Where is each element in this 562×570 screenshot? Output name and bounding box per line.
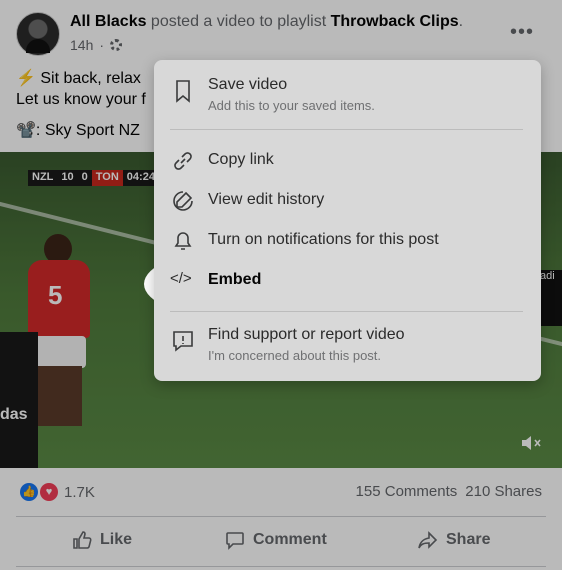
copy-link-label: Copy link — [208, 151, 274, 168]
menu-item-embed[interactable]: </> Embed — [154, 268, 541, 294]
report-sub: I'm concerned about this post. — [208, 348, 382, 363]
menu-item-save-video[interactable]: Save video Add this to your saved items. — [154, 74, 541, 118]
menu-item-copy-link[interactable]: Copy link — [154, 148, 541, 174]
link-icon — [174, 152, 192, 170]
bell-icon — [174, 232, 192, 250]
embed-label: Embed — [208, 271, 262, 288]
menu-item-notifications[interactable]: Turn on notifications for this post — [154, 228, 541, 254]
menu-item-edit-history[interactable]: View edit history — [154, 188, 541, 214]
edit-history-icon — [173, 191, 193, 211]
code-icon: </> — [170, 270, 192, 287]
menu-divider — [170, 311, 523, 312]
save-video-sub: Add this to your saved items. — [208, 98, 375, 113]
menu-divider — [170, 129, 523, 130]
menu-item-report[interactable]: Find support or report video I'm concern… — [154, 324, 541, 368]
post-options-menu: Save video Add this to your saved items.… — [154, 60, 541, 381]
edit-history-label: View edit history — [208, 191, 325, 208]
bookmark-icon — [176, 80, 190, 103]
notifications-label: Turn on notifications for this post — [208, 231, 439, 248]
save-video-label: Save video — [208, 76, 288, 93]
report-icon — [173, 331, 193, 352]
report-label: Find support or report video — [208, 326, 405, 343]
